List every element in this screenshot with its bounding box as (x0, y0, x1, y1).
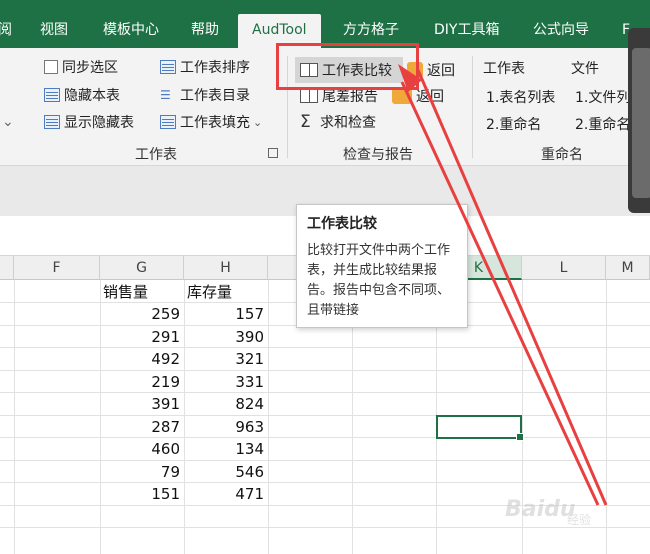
table-cell[interactable]: 460 (100, 438, 184, 460)
rename-group-label: 重命名 (541, 147, 583, 163)
tab-formula-wizard[interactable]: 公式向导 (533, 12, 589, 48)
table-cell[interactable]: 391 (100, 393, 184, 415)
sheet-index-label: 工作表目录 (180, 88, 250, 104)
group-separator (472, 56, 473, 158)
selected-cell[interactable] (436, 415, 524, 441)
table-cell[interactable]: 331 (184, 371, 268, 393)
table-cell[interactable]: 291 (100, 326, 184, 348)
tooltip: 工作表比较 比较打开文件中两个工作表，并生成比较结果报告。报告中包含不同项、且带… (296, 204, 468, 328)
hide-sheet-label: 隐藏本表 (64, 88, 120, 104)
return-label-1: 返回 (427, 63, 455, 79)
sheet-icon (44, 115, 60, 129)
table-cell[interactable]: 157 (184, 303, 268, 325)
table-cell[interactable]: 824 (184, 393, 268, 415)
checkbox-icon (44, 60, 58, 74)
watermark-sub-text: 经验 (567, 513, 592, 527)
sync-selection-button[interactable]: 同步选区 (44, 57, 118, 77)
grid-line (268, 280, 269, 554)
table-cell[interactable]: 287 (100, 416, 184, 438)
sheet-name-list-button[interactable]: 1.表名列表 (486, 87, 555, 107)
sort-icon (160, 60, 176, 74)
table-cell[interactable]: 321 (184, 348, 268, 370)
sync-selection-label: 同步选区 (62, 60, 118, 76)
fill-icon (160, 115, 176, 129)
header-cell-sales[interactable]: 销售量 (100, 281, 184, 303)
table-cell[interactable]: 134 (184, 438, 268, 460)
tooltip-title: 工作表比较 (307, 216, 377, 232)
column-header-m[interactable]: M (606, 256, 650, 280)
tab-help[interactable]: 帮助 (191, 12, 219, 48)
dialog-launcher-icon[interactable] (268, 148, 278, 158)
column-header-f[interactable]: F (14, 256, 100, 280)
hide-sheet-button[interactable]: 隐藏本表 (44, 85, 120, 105)
return-icon (392, 88, 412, 104)
sheet-fill-button[interactable]: 工作表填充 ⌄ (160, 112, 262, 132)
column-header-partial[interactable] (0, 256, 14, 280)
table-cell[interactable]: 546 (184, 461, 268, 483)
watermark-logo-text: Baidu (505, 497, 576, 522)
sheet-sort-button[interactable]: 工作表排序 (160, 57, 250, 77)
sheet-group-label: 工作表 (135, 147, 177, 163)
show-hidden-sheets-button[interactable]: 显示隐藏表 (44, 112, 134, 132)
grid-line (14, 280, 15, 554)
sheet-icon (44, 88, 60, 102)
sum-check-button[interactable]: Σ 求和检查 (300, 112, 376, 132)
file-list-button[interactable]: 1.文件列 (575, 87, 630, 107)
grid-line (0, 437, 650, 438)
table-cell[interactable]: 492 (100, 348, 184, 370)
tab-review[interactable]: 阅 (0, 12, 12, 48)
return-label-2: 返回 (416, 89, 444, 105)
annotation-box (276, 43, 419, 90)
sheet-fill-label: 工作表填充 (180, 115, 250, 131)
tab-diy-toolbox[interactable]: DIY工具箱 (434, 12, 499, 48)
grid-line (0, 347, 650, 348)
check-group-label: 检查与报告 (343, 147, 413, 163)
sum-check-label: 求和检查 (320, 115, 376, 131)
sheet-index-button[interactable]: ☰ 工作表目录 (160, 85, 250, 105)
chevron-down-icon[interactable]: ⌄ (253, 116, 262, 129)
grid-line (0, 392, 650, 393)
grid-line (0, 482, 650, 483)
grid-line (0, 460, 650, 461)
rename-files-button[interactable]: 2.重命名 (575, 114, 630, 134)
rename-sheet-header: 工作表 (483, 61, 525, 77)
table-cell[interactable]: 963 (184, 416, 268, 438)
table-cell[interactable]: 390 (184, 326, 268, 348)
tab-view[interactable]: 视图 (40, 12, 68, 48)
tab-template-center[interactable]: 模板中心 (103, 12, 159, 48)
table-cell[interactable]: 79 (100, 461, 184, 483)
sheet-sort-label: 工作表排序 (180, 60, 250, 76)
table-cell[interactable]: 219 (100, 371, 184, 393)
grid-line (0, 415, 650, 416)
table-cell[interactable]: 151 (100, 483, 184, 505)
column-header-l[interactable]: L (522, 256, 606, 280)
rename-sheets-button[interactable]: 2.重命名 (486, 114, 541, 134)
grid-line (0, 370, 650, 371)
list-icon: ☰ (160, 88, 171, 102)
show-hidden-sheets-label: 显示隐藏表 (64, 115, 134, 131)
ribbon-tab-bar: 阅 视图 模板中心 帮助 AudTool 方方格子 DIY工具箱 公式向导 F (0, 0, 650, 48)
sigma-icon: Σ (300, 112, 311, 132)
camera-overlay-photo (628, 28, 650, 213)
tooltip-body: 比较打开文件中两个工作表，并生成比较结果报告。报告中包含不同项、且带链接 (307, 243, 451, 318)
rename-file-header: 文件 (571, 61, 599, 77)
header-cell-stock[interactable]: 库存量 (184, 281, 268, 303)
report-icon (300, 89, 318, 103)
table-cell[interactable]: 259 (100, 303, 184, 325)
collapsed-group-chevron[interactable]: ⌄ (2, 114, 14, 130)
column-header-g[interactable]: G (100, 256, 184, 280)
table-cell[interactable]: 471 (184, 483, 268, 505)
column-header-h[interactable]: H (184, 256, 268, 280)
baidu-watermark: Baidu 经验 (505, 497, 625, 537)
